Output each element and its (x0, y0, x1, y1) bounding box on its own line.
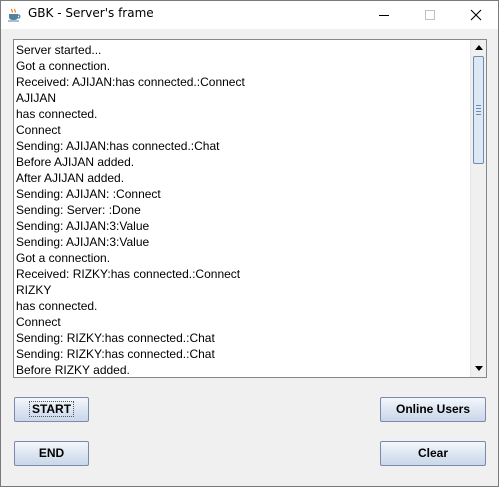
log-line: Sending: RIZKY:has connected.:Chat (16, 347, 215, 361)
log-line: Before AJIJAN added. (16, 155, 135, 169)
log-line: Received: AJIJAN:has connected.:Connect (16, 75, 245, 89)
log-line: After AJIJAN added. (16, 171, 125, 185)
start-button-label: START (28, 401, 75, 417)
log-line: Got a connection. (16, 59, 111, 73)
log-line: Connect (16, 123, 61, 137)
grip-line (476, 105, 481, 106)
scroll-down-button[interactable] (471, 361, 486, 377)
log-line: Connect (16, 315, 61, 329)
grip-line (476, 111, 481, 112)
close-icon (470, 9, 482, 21)
log-line: Sending: AJIJAN:3:Value (16, 235, 150, 249)
server-log-textarea[interactable]: Server started... Got a connection. Receiv… (13, 39, 487, 378)
maximize-button[interactable] (407, 1, 453, 29)
log-line: AJIJAN (16, 91, 57, 105)
triangle-up-icon (475, 45, 483, 50)
server-window: GBK - Server's frame Server started... Go… (0, 0, 499, 487)
clear-button[interactable]: Clear (380, 441, 486, 466)
minimize-icon (379, 15, 389, 16)
log-line: Before RIZKY added. (16, 363, 130, 377)
log-line: Sending: Server: :Done (16, 203, 141, 217)
scroll-thumb[interactable] (473, 56, 484, 164)
triangle-down-icon (475, 366, 483, 371)
log-line: Sending: AJIJAN:3:Value (16, 219, 150, 233)
log-line: has connected. (16, 299, 98, 313)
close-button[interactable] (453, 1, 499, 29)
start-button[interactable]: START (14, 397, 89, 422)
title-bar[interactable]: GBK - Server's frame (1, 1, 498, 29)
end-button[interactable]: END (14, 441, 89, 466)
online-users-button[interactable]: Online Users (380, 397, 486, 422)
log-line: has connected. (16, 107, 98, 121)
java-cup-icon (7, 7, 21, 22)
server-log: Server started... Got a connection. Receiv… (16, 42, 468, 377)
log-line: Sending: AJIJAN: :Connect (16, 187, 161, 201)
log-line: Received: RIZKY:has connected.:Connect (16, 267, 241, 281)
window-title: GBK - Server's frame (28, 6, 154, 20)
log-line: RIZKY (16, 283, 52, 297)
log-line: Got a connection. (16, 251, 111, 265)
log-line: Sending: RIZKY:has connected.:Chat (16, 331, 215, 345)
grip-line (476, 114, 481, 115)
grip-line (476, 108, 481, 109)
scroll-up-button[interactable] (471, 40, 486, 56)
log-line: Server started... (16, 43, 102, 57)
minimize-button[interactable] (361, 1, 407, 29)
vertical-scrollbar[interactable] (470, 40, 486, 377)
maximize-icon (425, 10, 435, 20)
log-line: Sending: AJIJAN:has connected.:Chat (16, 139, 220, 153)
